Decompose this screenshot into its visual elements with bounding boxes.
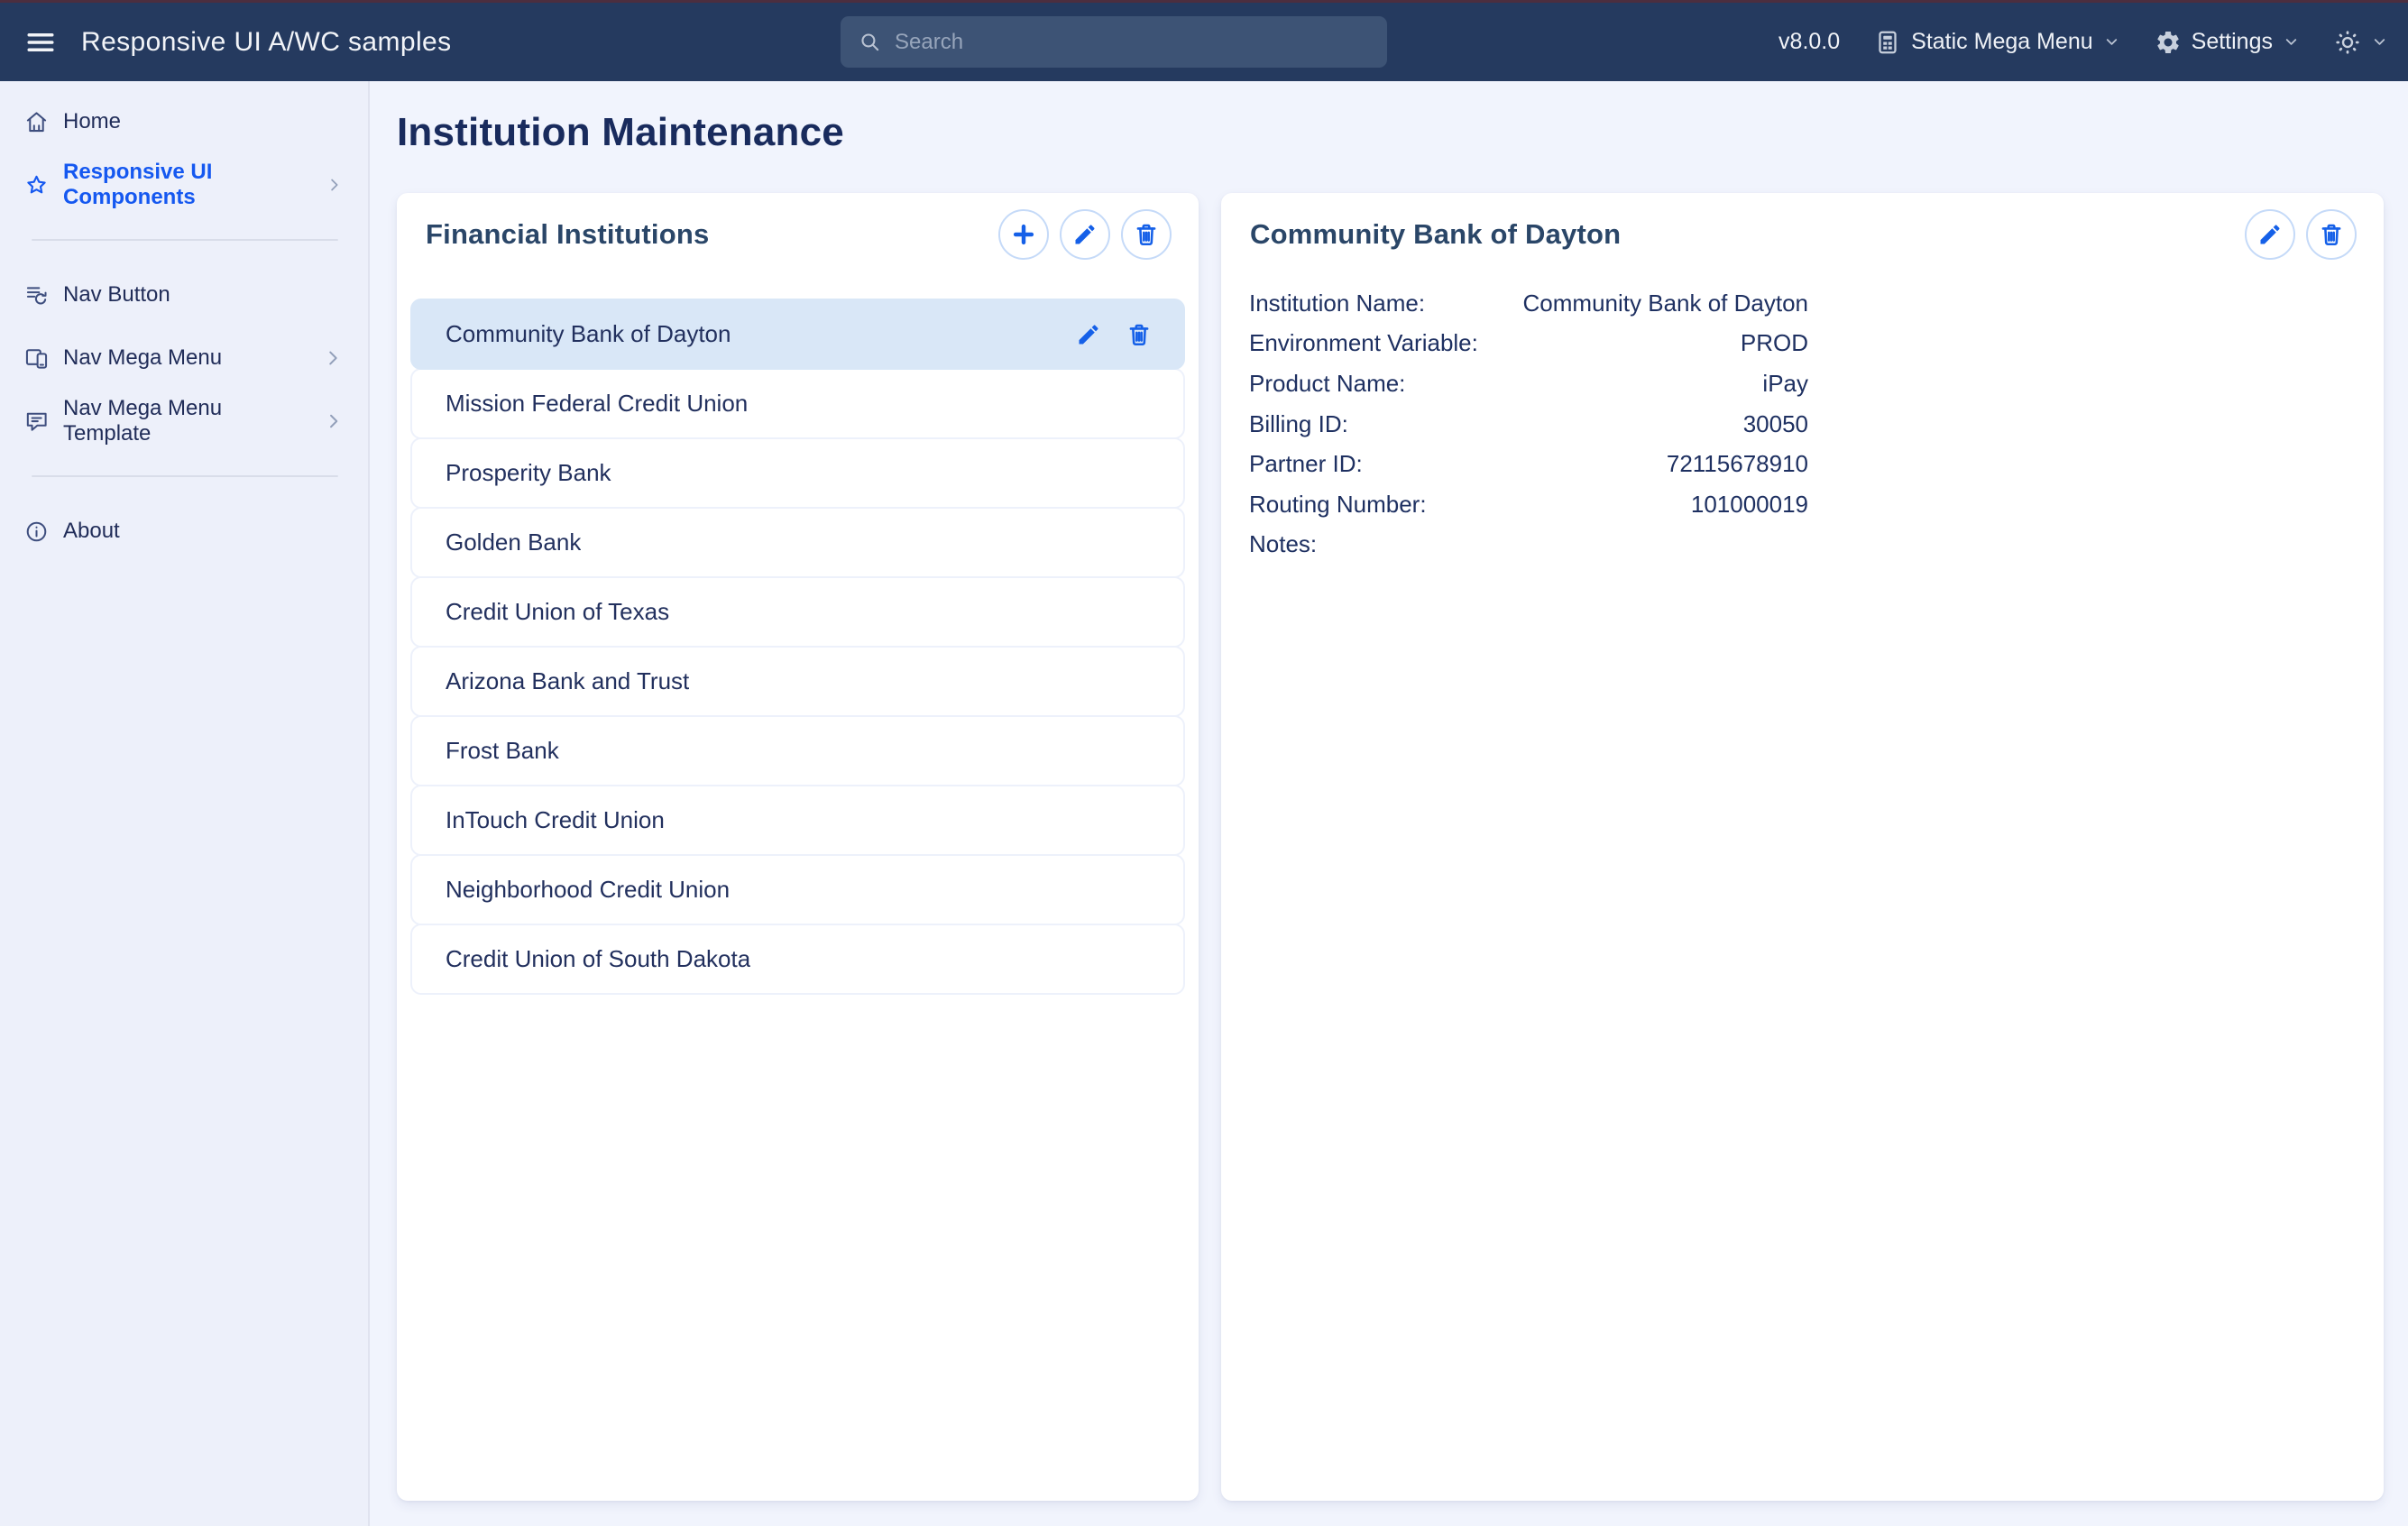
- trash-icon: [2319, 222, 2344, 247]
- theme-switcher-button[interactable]: [2334, 29, 2388, 56]
- mega-menu-grid-icon: [1874, 29, 1901, 56]
- sidebar-item-label: Home: [63, 109, 121, 134]
- field-label: Partner ID:: [1249, 450, 1363, 478]
- search-icon: [859, 31, 881, 53]
- star-icon: [24, 173, 49, 198]
- header-right-group: v8.0.0 Static Mega Menu Settings: [1778, 3, 2388, 81]
- add-institution-button[interactable]: [998, 209, 1049, 260]
- list-item[interactable]: Neighborhood Credit Union: [410, 854, 1185, 925]
- field-row-environment-variable: Environment Variable: PROD: [1249, 324, 1808, 364]
- edit-detail-button[interactable]: [2245, 209, 2295, 260]
- sidebar-divider: [32, 239, 338, 241]
- list-item[interactable]: Arizona Bank and Trust: [410, 646, 1185, 717]
- sidebar-item-label: Nav Mega Menu: [63, 345, 222, 371]
- settings-label: Settings: [2192, 29, 2273, 55]
- version-label: v8.0.0: [1778, 29, 1840, 55]
- field-row-partner-id: Partner ID: 72115678910: [1249, 444, 1808, 484]
- list-item[interactable]: Prosperity Bank: [410, 437, 1185, 509]
- sidebar-item-label: Responsive UI Components: [63, 160, 311, 210]
- sidebar-item-nav-mega-menu[interactable]: Nav Mega Menu: [0, 326, 368, 390]
- nav-button-icon: [24, 283, 49, 308]
- chevron-right-icon: [323, 348, 343, 368]
- financial-institutions-panel: Financial Institutions: [397, 193, 1199, 1501]
- nav-mega-menu-icon: [24, 346, 49, 371]
- delete-detail-button[interactable]: [2306, 209, 2357, 260]
- field-value: 30050: [1743, 410, 1808, 438]
- chevron-right-icon: [324, 411, 343, 431]
- chevron-down-icon: [2103, 33, 2120, 51]
- sidebar-item-label: Nav Button: [63, 282, 170, 308]
- field-label: Routing Number:: [1249, 491, 1427, 519]
- sidebar-item-home[interactable]: Home: [0, 90, 368, 153]
- list-item[interactable]: Mission Federal Credit Union: [410, 368, 1185, 439]
- field-label: Institution Name:: [1249, 290, 1425, 317]
- field-value: 101000019: [1691, 491, 1808, 519]
- pencil-icon[interactable]: [1076, 322, 1101, 347]
- trash-icon[interactable]: [1126, 322, 1152, 347]
- detail-fields: Institution Name: Community Bank of Dayt…: [1249, 283, 1808, 565]
- list-item[interactable]: Credit Union of Texas: [410, 576, 1185, 648]
- list-item[interactable]: Frost Bank: [410, 715, 1185, 786]
- list-item[interactable]: InTouch Credit Union: [410, 785, 1185, 856]
- sidebar-divider: [32, 475, 338, 477]
- field-label: Environment Variable:: [1249, 329, 1478, 357]
- sun-icon: [2334, 29, 2361, 56]
- app-window: Responsive UI A/WC samples v8.0.0 Static…: [0, 0, 2408, 1526]
- search-box: [841, 16, 1387, 68]
- field-row-routing-number: Routing Number: 101000019: [1249, 484, 1808, 525]
- app-title: Responsive UI A/WC samples: [81, 27, 452, 58]
- field-value: iPay: [1762, 370, 1808, 398]
- nav-mega-menu-template-icon: [24, 409, 49, 434]
- search-input[interactable]: [895, 30, 1369, 55]
- field-value: PROD: [1741, 329, 1808, 357]
- sidebar-item-label: About: [63, 519, 120, 544]
- chevron-down-icon: [2283, 33, 2300, 51]
- row-actions: [1076, 322, 1152, 347]
- sidebar-item-nav-mega-menu-template[interactable]: Nav Mega Menu Template: [0, 390, 368, 453]
- pencil-icon: [1072, 222, 1098, 247]
- chevron-down-icon: [2371, 33, 2388, 51]
- field-row-institution-name: Institution Name: Community Bank of Dayt…: [1249, 283, 1808, 324]
- delete-institution-button[interactable]: [1121, 209, 1172, 260]
- static-mega-menu-button[interactable]: Static Mega Menu: [1874, 29, 2120, 56]
- settings-button[interactable]: Settings: [2155, 29, 2300, 56]
- field-label: Billing ID:: [1249, 410, 1348, 438]
- trash-icon: [1134, 222, 1159, 247]
- main-content: Institution Maintenance Financial Instit…: [370, 81, 2408, 1526]
- field-value: Community Bank of Dayton: [1523, 290, 1808, 317]
- static-mega-menu-label: Static Mega Menu: [1911, 29, 2093, 55]
- app-header: Responsive UI A/WC samples v8.0.0 Static…: [0, 3, 2408, 81]
- sidebar-item-label: Nav Mega Menu Template: [63, 396, 309, 446]
- field-row-product-name: Product Name: iPay: [1249, 363, 1808, 404]
- chevron-right-icon: [326, 175, 343, 195]
- detail-actions: [2245, 209, 2357, 260]
- gear-icon: [2155, 29, 2182, 56]
- list-item-selected[interactable]: Community Bank of Dayton: [410, 299, 1185, 370]
- field-value: 72115678910: [1667, 450, 1808, 478]
- sidebar-item-responsive-ui-components[interactable]: Responsive UI Components: [0, 153, 368, 216]
- field-label: Notes:: [1249, 530, 1317, 558]
- plus-icon: [1011, 222, 1036, 247]
- list-item[interactable]: Credit Union of South Dakota: [410, 924, 1185, 995]
- panel-actions: [998, 209, 1172, 260]
- institution-detail-panel: Community Bank of Dayton Insti: [1221, 193, 2384, 1501]
- info-icon: [24, 519, 49, 544]
- panel-title: Financial Institutions: [426, 218, 709, 251]
- sidebar-item-about[interactable]: About: [0, 500, 368, 563]
- page-title: Institution Maintenance: [397, 110, 2384, 155]
- sidebar-item-nav-button[interactable]: Nav Button: [0, 263, 368, 326]
- home-icon: [24, 110, 49, 134]
- field-row-billing-id: Billing ID: 30050: [1249, 404, 1808, 445]
- institution-list: Community Bank of Dayton Mission Federal…: [410, 299, 1185, 995]
- detail-title: Community Bank of Dayton: [1250, 218, 1621, 251]
- header-left-group: Responsive UI A/WC samples: [25, 3, 452, 81]
- list-item[interactable]: Golden Bank: [410, 507, 1185, 578]
- field-label: Product Name:: [1249, 370, 1405, 398]
- pencil-icon: [2257, 222, 2283, 247]
- field-row-notes: Notes:: [1249, 525, 1808, 565]
- hamburger-menu-icon[interactable]: [25, 27, 56, 58]
- sidebar: Home Responsive UI Components Nav Button…: [0, 81, 370, 1526]
- edit-institution-button[interactable]: [1060, 209, 1110, 260]
